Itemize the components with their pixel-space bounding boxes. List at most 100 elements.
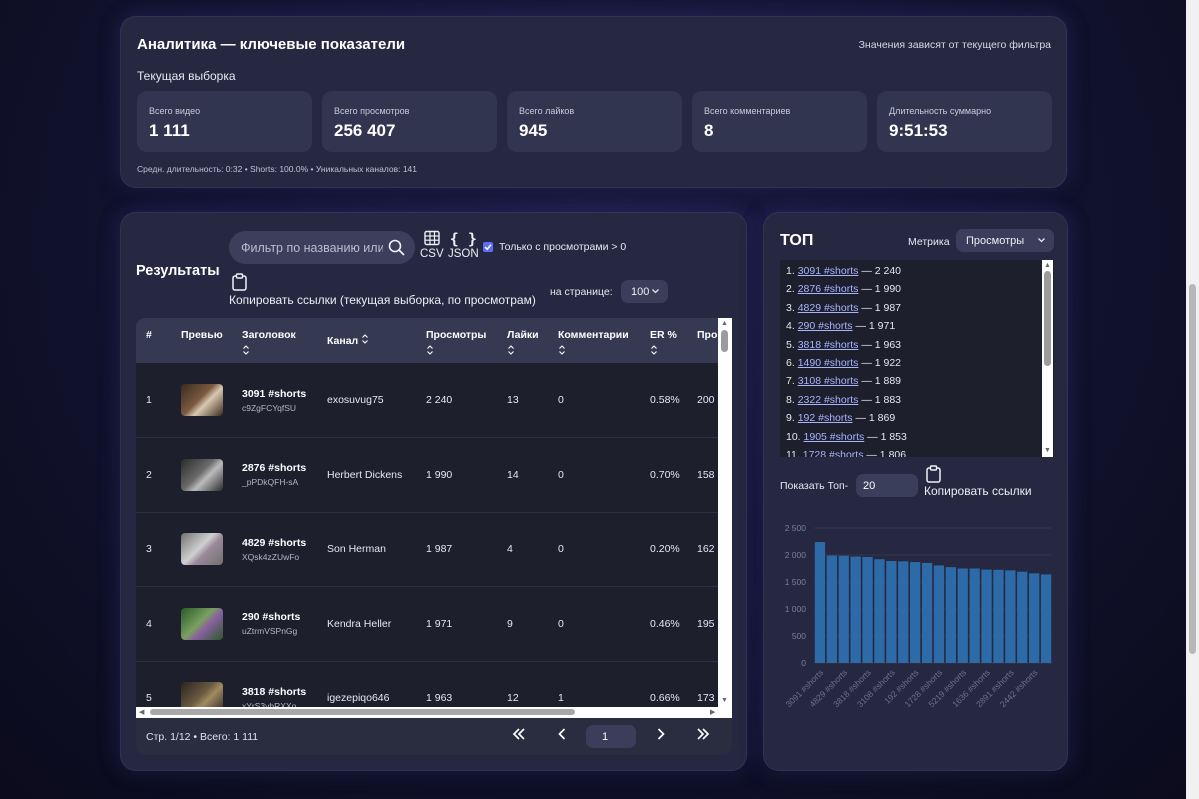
top-item-link[interactable]: 1490 #shorts [798, 357, 859, 369]
row-views: 2 240 [426, 394, 453, 406]
sort-icon[interactable] [242, 345, 327, 359]
next-page-icon[interactable] [656, 727, 666, 745]
chart-bar[interactable] [910, 562, 921, 663]
sort-icon[interactable] [361, 333, 369, 347]
col-header-number: # [146, 329, 152, 341]
table-row[interactable]: 4 290 #shorts uZtrmVSPnGg Kendra Heller 1 97… [136, 587, 732, 661]
chart-bar[interactable] [814, 542, 826, 663]
chart-bar[interactable] [945, 567, 956, 663]
table-row[interactable]: 1 3091 #shorts c9ZgFCYqfSU exosuvug75 2 240 1… [136, 363, 732, 438]
table-row[interactable]: 2 2876 #shorts _pPDkQFH-sA Herbert Dickens 1… [136, 438, 732, 512]
scroll-down-arrow-icon[interactable]: ▼ [721, 697, 728, 705]
metric-select[interactable]: Просмотры [956, 229, 1054, 252]
chart-bar[interactable] [1005, 570, 1016, 663]
thumbnail-image[interactable] [181, 384, 223, 416]
chart-bar[interactable] [957, 568, 968, 664]
show-top-input[interactable]: 20 [856, 474, 918, 497]
chart-bar[interactable] [826, 555, 837, 663]
chart-bar[interactable] [874, 559, 885, 663]
chevron-down-icon [651, 285, 660, 300]
row-title[interactable]: 2876 #shorts [242, 462, 327, 474]
search-icon[interactable] [388, 239, 405, 261]
thumbnail-image[interactable] [181, 458, 223, 491]
page-number-input[interactable]: 1 [586, 725, 636, 748]
scroll-up-arrow-icon[interactable]: ▲ [721, 320, 728, 328]
prev-page-icon[interactable] [557, 727, 567, 745]
top-item-link[interactable]: 3108 #shorts [798, 375, 859, 387]
chart-bar[interactable] [1040, 574, 1052, 663]
first-page-icon[interactable] [512, 727, 526, 745]
scroll-right-arrow-icon[interactable]: ▶ [710, 709, 715, 717]
table-vertical-scrollbar[interactable]: ▲ ▼ [718, 318, 732, 708]
views-filter-checkbox[interactable]: Только с просмотрами > 0 [483, 241, 626, 253]
copy-links-button[interactable]: Копировать ссылки (текущая выборка, по п… [229, 273, 536, 307]
top-item-link[interactable]: 192 #shorts [798, 412, 853, 424]
chevron-down-icon [1037, 234, 1046, 249]
chart-bar[interactable] [862, 556, 873, 663]
top-list-scrollbar[interactable]: ▲ ▼ [1042, 260, 1053, 457]
export-json-button[interactable]: { } JSON [448, 230, 479, 260]
row-title[interactable]: 3091 #shorts [242, 388, 327, 400]
export-csv-button[interactable]: CSV [420, 230, 444, 260]
analytics-title: Аналитика — ключевые показатели [137, 36, 406, 53]
row-title[interactable]: 3818 #shorts [242, 686, 327, 698]
chart-bar[interactable] [838, 555, 849, 663]
chart-bar[interactable] [898, 561, 909, 663]
scroll-left-arrow-icon[interactable]: ◀ [139, 709, 144, 717]
top-item-value: — 1 883 [861, 393, 902, 406]
top-item-rank: 4. [786, 320, 795, 333]
chart-bar[interactable] [993, 569, 1004, 663]
sort-icon[interactable] [650, 345, 697, 359]
sort-icon[interactable] [558, 345, 650, 359]
top-item-link[interactable]: 2876 #shorts [798, 283, 859, 295]
thumbnail-image[interactable] [181, 607, 223, 640]
col-header-title[interactable]: Заголовок [242, 318, 327, 363]
search-box[interactable] [229, 231, 415, 264]
sort-icon[interactable] [507, 345, 558, 359]
checkbox-checked-icon[interactable] [483, 242, 493, 252]
top-item-link[interactable]: 1905 #shorts [804, 431, 865, 443]
search-input[interactable] [241, 231, 383, 264]
top-item-link[interactable]: 2322 #shorts [798, 394, 859, 406]
col-header-er[interactable]: ER % [650, 318, 697, 363]
table-horizontal-scrollbar[interactable]: ◀ ▶ [136, 707, 732, 718]
last-page-icon[interactable] [696, 727, 710, 745]
scroll-up-arrow-icon[interactable]: ▲ [1044, 262, 1051, 270]
csv-label: CSV [420, 248, 444, 260]
col-header-comments[interactable]: Комментарии [558, 318, 650, 363]
copy-top-links-button[interactable]: Копировать ссылки [924, 465, 1032, 498]
top-item-link[interactable]: 290 #shorts [798, 320, 853, 332]
top-item-link[interactable]: 3818 #shorts [798, 339, 859, 351]
col-header-views[interactable]: Просмотры [426, 318, 507, 363]
top-item-rank: 6. [786, 356, 795, 369]
row-title[interactable]: 4829 #shorts [242, 537, 327, 549]
top-item-value: — 1 806 [866, 448, 907, 457]
col-header-channel[interactable]: Канал [327, 318, 426, 363]
top-item-link[interactable]: 1728 #shorts [803, 449, 864, 457]
page-scrollbar[interactable] [1186, 0, 1199, 799]
col-header-preview: Превью [181, 329, 223, 341]
scrollbar-thumb[interactable] [1044, 271, 1051, 366]
top-item-link[interactable]: 4829 #shorts [798, 302, 859, 314]
chart-bar[interactable] [921, 562, 933, 663]
chart-bar[interactable] [1029, 573, 1040, 663]
top-item-rank: 9. [786, 412, 795, 425]
top-item-rank: 11. [786, 448, 800, 457]
top-item-link[interactable]: 3091 #shorts [798, 265, 859, 277]
thumbnail-image[interactable] [181, 533, 223, 566]
chart-bar[interactable] [886, 560, 897, 663]
scrollbar-thumb[interactable] [721, 330, 728, 352]
scrollbar-thumb[interactable] [150, 709, 575, 715]
chart-bar[interactable] [850, 556, 861, 663]
col-header-likes[interactable]: Лайки [507, 318, 558, 363]
chart-bar[interactable] [933, 565, 945, 663]
chart-bar[interactable] [969, 568, 980, 664]
chart-bar[interactable] [981, 569, 992, 663]
chart-bar[interactable] [1017, 571, 1028, 663]
scroll-down-arrow-icon[interactable]: ▼ [1044, 447, 1051, 455]
table-row[interactable]: 3 4829 #shorts XQsk4zZUwFo Son Herman 1 987 4… [136, 512, 732, 587]
sort-icon[interactable] [426, 345, 507, 359]
per-page-select[interactable]: 100 [621, 280, 668, 303]
row-title[interactable]: 290 #shorts [242, 611, 327, 623]
scrollbar-thumb[interactable] [1189, 284, 1196, 654]
